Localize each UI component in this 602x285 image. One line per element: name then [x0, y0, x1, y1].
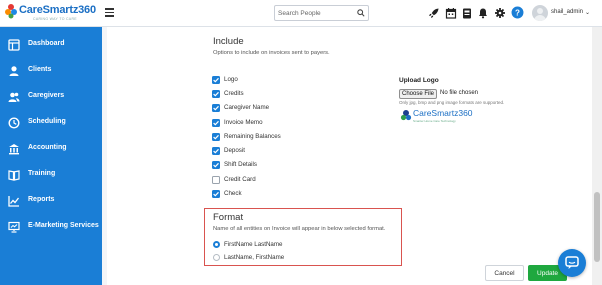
sidebar-item-accounting[interactable]: Accounting [0, 140, 102, 158]
sidebar-item-caregivers[interactable]: Caregivers [0, 88, 102, 106]
username-label[interactable]: shail_admin [551, 9, 583, 15]
dashboard-icon [8, 39, 20, 51]
clock-icon [8, 117, 20, 129]
checkbox-label: Remaining Balances [224, 133, 281, 140]
radio-label: FirstName LastName [224, 241, 283, 248]
gear-icon[interactable] [494, 7, 506, 19]
checkbox-label: Logo [224, 76, 238, 83]
checkbox-checked-icon[interactable] [212, 190, 220, 198]
sidebar: Dashboard Clients Caregivers Scheduling [0, 27, 102, 285]
checkbox-checked-icon[interactable] [212, 119, 220, 127]
logo-tagline: CARING WAY TO CARE [33, 17, 77, 21]
cancel-button[interactable]: Cancel [485, 265, 524, 281]
logo-mark-icon [400, 110, 412, 121]
radio-label: LastName, FirstName [224, 254, 285, 261]
format-heading: Format [213, 212, 244, 223]
sidebar-item-label: Caregivers [28, 92, 65, 99]
checkbox-label: Shift Details [224, 161, 258, 168]
bank-icon [9, 144, 19, 155]
checkbox-checked-icon[interactable] [212, 161, 220, 169]
checkbox-label: Caregiver Name [224, 104, 270, 111]
chat-icon [565, 256, 579, 269]
presentation-icon [8, 221, 20, 233]
logo-preview-text: CareSmartz360 [413, 108, 473, 118]
users-icon [8, 92, 20, 102]
logo-text: CareSmartz360 [19, 4, 96, 16]
scrollbar-thumb[interactable] [594, 192, 600, 262]
upload-logo-heading: Upload Logo [399, 77, 439, 84]
bell-icon[interactable] [477, 7, 489, 19]
rocket-icon[interactable] [428, 7, 440, 19]
checkbox-checked-icon[interactable] [212, 104, 220, 112]
sidebar-item-label: E-Marketing Services [28, 222, 99, 229]
svg-text:?: ? [515, 8, 520, 17]
checkbox-checked-icon[interactable] [212, 147, 220, 155]
sidebar-item-scheduling[interactable]: Scheduling [0, 114, 102, 132]
radio-selected-icon[interactable] [213, 241, 220, 248]
sidebar-item-label: Clients [28, 66, 52, 73]
logo-mark-icon [5, 4, 17, 19]
sidebar-item-reports[interactable]: Reports [0, 192, 102, 210]
page-scrollbar[interactable] [592, 27, 602, 285]
checkbox-checked-icon[interactable] [212, 90, 220, 98]
sidebar-item-label: Dashboard [28, 40, 65, 47]
calendar-icon[interactable] [445, 7, 457, 19]
top-bar: CareSmartz360 CARING WAY TO CARE Search … [0, 0, 602, 27]
upload-format-hint: Only jpg, bmp and png image formats are … [399, 100, 505, 105]
brand-logo[interactable]: CareSmartz360 CARING WAY TO CARE [4, 3, 96, 24]
checkbox-checked-icon[interactable] [212, 133, 220, 141]
checkbox-unchecked-icon[interactable] [212, 176, 220, 184]
choose-file-button[interactable]: Choose File [399, 89, 437, 99]
sidebar-item-label: Training [28, 170, 56, 177]
sidebar-item-training[interactable]: Training [0, 166, 102, 184]
radio-unselected-icon[interactable] [213, 254, 220, 261]
chat-button[interactable] [558, 249, 586, 277]
search-icon[interactable] [357, 9, 365, 17]
chevron-down-icon[interactable]: ⌄ [585, 9, 590, 16]
menu-toggle-icon[interactable] [105, 8, 114, 17]
format-description: Name of all entities on Invoice will app… [213, 226, 386, 232]
checkbox-label: Invoice Memo [224, 119, 263, 126]
sidebar-item-dashboard[interactable]: Dashboard [0, 36, 102, 54]
sidebar-item-e-marketing-services[interactable]: E-Marketing Services [0, 218, 102, 236]
checkbox-label: Check [224, 190, 242, 197]
help-icon[interactable]: ? [511, 6, 524, 19]
checkbox-checked-icon[interactable] [212, 76, 220, 84]
search-box [274, 5, 369, 21]
include-description: Options to include on invoices sent to p… [213, 50, 330, 56]
book-icon [8, 170, 20, 181]
sidebar-item-label: Scheduling [28, 118, 66, 125]
checkbox-label: Credit Card [224, 176, 256, 183]
file-status-text: No file chosen [440, 90, 479, 96]
checkbox-label: Deposit [224, 147, 245, 154]
chart-icon [8, 196, 20, 207]
clipboard-icon[interactable] [461, 7, 473, 19]
sidebar-item-clients[interactable]: Clients [0, 62, 102, 80]
sidebar-item-label: Reports [28, 196, 55, 203]
sidebar-item-label: Accounting [28, 144, 67, 151]
user-icon [9, 66, 19, 76]
avatar[interactable] [532, 5, 548, 21]
include-heading: Include [213, 36, 244, 47]
checkbox-label: Credits [224, 90, 244, 97]
search-input[interactable] [278, 7, 354, 19]
logo-preview-tagline: Smarter Home Care Technology [413, 119, 456, 123]
logo-preview-image: CareSmartz360 Smarter Home Care Technolo… [400, 108, 476, 124]
